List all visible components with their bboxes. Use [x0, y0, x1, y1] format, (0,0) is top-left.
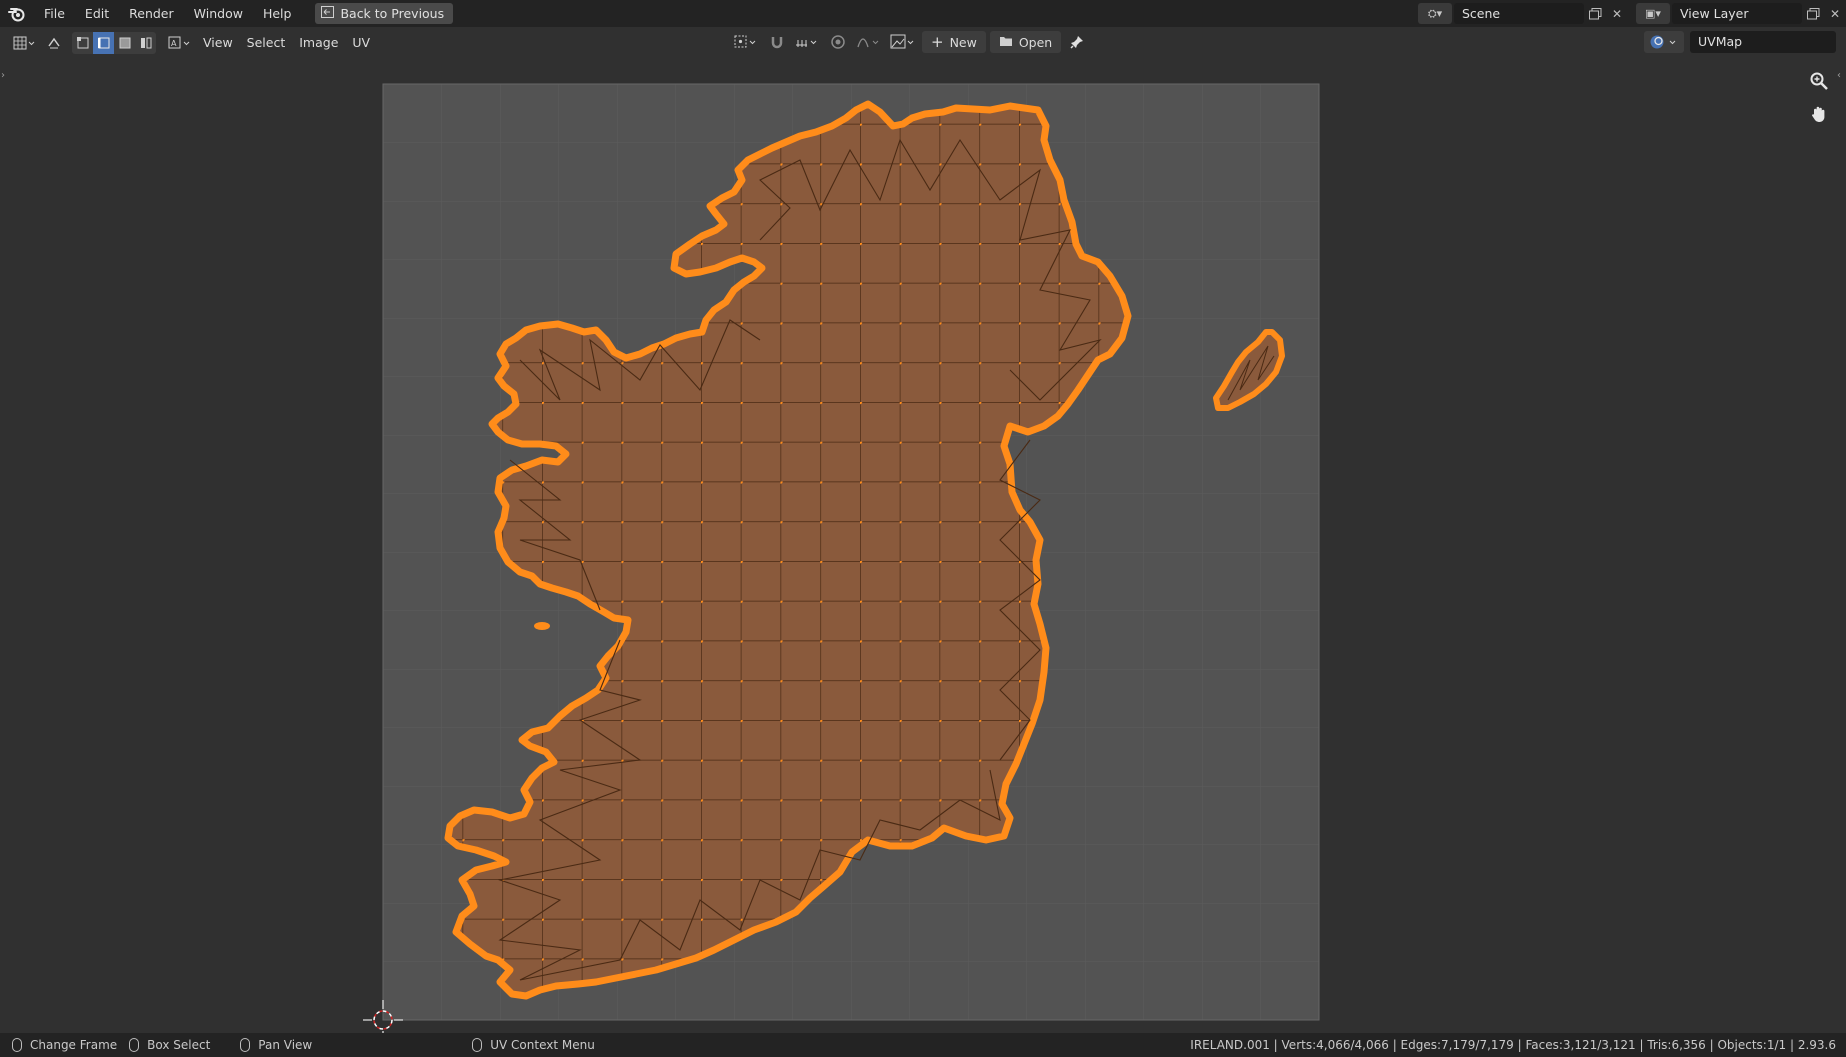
header-center-tools: + New Open [730, 31, 1089, 53]
hand-pan-icon[interactable] [1804, 99, 1834, 129]
status-pan-view-label: Pan View [258, 1038, 313, 1052]
vertex-select-icon[interactable] [72, 32, 93, 54]
header-right-tools: UVMap [1644, 31, 1836, 53]
sticky-selection-icon[interactable]: A [164, 32, 196, 54]
scene-icon[interactable]: ⛭▾ [1418, 3, 1452, 24]
overlays-icon[interactable] [1644, 31, 1684, 53]
status-box-select-label: Box Select [147, 1038, 211, 1052]
proportional-editing-icon[interactable] [826, 31, 850, 53]
zoom-icon[interactable] [1804, 66, 1834, 96]
mouse-right-icon [472, 1038, 483, 1052]
menu-uv[interactable]: UV [345, 32, 377, 54]
new-view-layer-icon[interactable] [1802, 3, 1824, 24]
editor-type-icon[interactable] [6, 32, 42, 54]
new-scene-icon[interactable] [1584, 3, 1606, 24]
falloff-icon[interactable] [854, 31, 884, 53]
status-pan-view: Pan View [240, 1038, 312, 1052]
mouse-middle-icon [240, 1038, 251, 1052]
pin-icon[interactable] [1065, 31, 1089, 53]
uvmap-field[interactable]: UVMap [1690, 31, 1836, 53]
select-mode-group [72, 31, 156, 54]
mouse-drag-icon [129, 1038, 140, 1052]
menu-select[interactable]: Select [240, 32, 293, 54]
mouse-left-icon [12, 1038, 22, 1052]
edge-select-icon[interactable] [93, 31, 114, 54]
menu-view[interactable]: View [196, 32, 240, 54]
new-image-button[interactable]: + New [922, 31, 986, 53]
menu-window[interactable]: Window [184, 0, 253, 27]
uv-canvas[interactable] [0, 58, 1846, 1033]
pivot-point-icon[interactable] [730, 31, 762, 53]
close-view-layer-icon[interactable]: ✕ [1824, 3, 1846, 24]
image-browse-icon[interactable] [888, 31, 918, 53]
snap-icon[interactable] [766, 31, 788, 53]
back-to-previous-button[interactable]: Back to Previous [315, 3, 454, 24]
back-to-previous-label: Back to Previous [340, 6, 445, 21]
menu-file[interactable]: File [34, 0, 75, 27]
uv-stray-island[interactable] [534, 622, 550, 630]
blender-logo-icon[interactable] [0, 0, 34, 27]
toolbar-toggle-icon[interactable]: › [1, 70, 9, 84]
scene-field[interactable]: Scene [1454, 3, 1584, 24]
status-uv-context-menu-label: UV Context Menu [490, 1038, 595, 1052]
snap-increment-icon[interactable] [792, 31, 822, 53]
uv-editor-viewport[interactable]: › ‹ [0, 58, 1846, 1033]
menu-image[interactable]: Image [292, 32, 345, 54]
island-select-icon[interactable] [135, 32, 156, 54]
uv-editor-header: A View Select Image UV + New Open UVMap [0, 27, 1846, 58]
folder-icon [999, 35, 1013, 50]
menu-render[interactable]: Render [119, 0, 184, 27]
open-image-button[interactable]: Open [989, 31, 1062, 53]
close-scene-icon[interactable]: ✕ [1606, 3, 1628, 24]
status-bar: Change Frame Box Select Pan View UV Cont… [0, 1033, 1846, 1057]
open-image-label: Open [1018, 34, 1053, 50]
status-uv-context-menu: UV Context Menu [472, 1038, 595, 1052]
sidebar-toggle-icon[interactable]: ‹ [1837, 70, 1845, 84]
view-layer-field[interactable]: View Layer [1672, 3, 1802, 24]
new-image-label: New [949, 34, 977, 50]
top-bar: File Edit Render Window Help Back to Pre… [0, 0, 1846, 27]
svg-text:A: A [171, 39, 177, 48]
view-layer-icon[interactable]: ▣▾ [1636, 3, 1670, 24]
menu-edit[interactable]: Edit [75, 0, 119, 27]
menu-help[interactable]: Help [253, 0, 302, 27]
status-box-select: Box Select [129, 1038, 210, 1052]
plus-icon: + [931, 33, 944, 51]
face-select-icon[interactable] [114, 32, 135, 54]
status-change-frame-label: Change Frame [30, 1038, 118, 1052]
status-change-frame: Change Frame [12, 1038, 117, 1052]
back-icon [321, 6, 335, 21]
scene-statistics: IRELAND.001 | Verts:4,066/4,066 | Edges:… [1190, 1038, 1836, 1052]
sync-selection-icon[interactable] [42, 32, 66, 54]
